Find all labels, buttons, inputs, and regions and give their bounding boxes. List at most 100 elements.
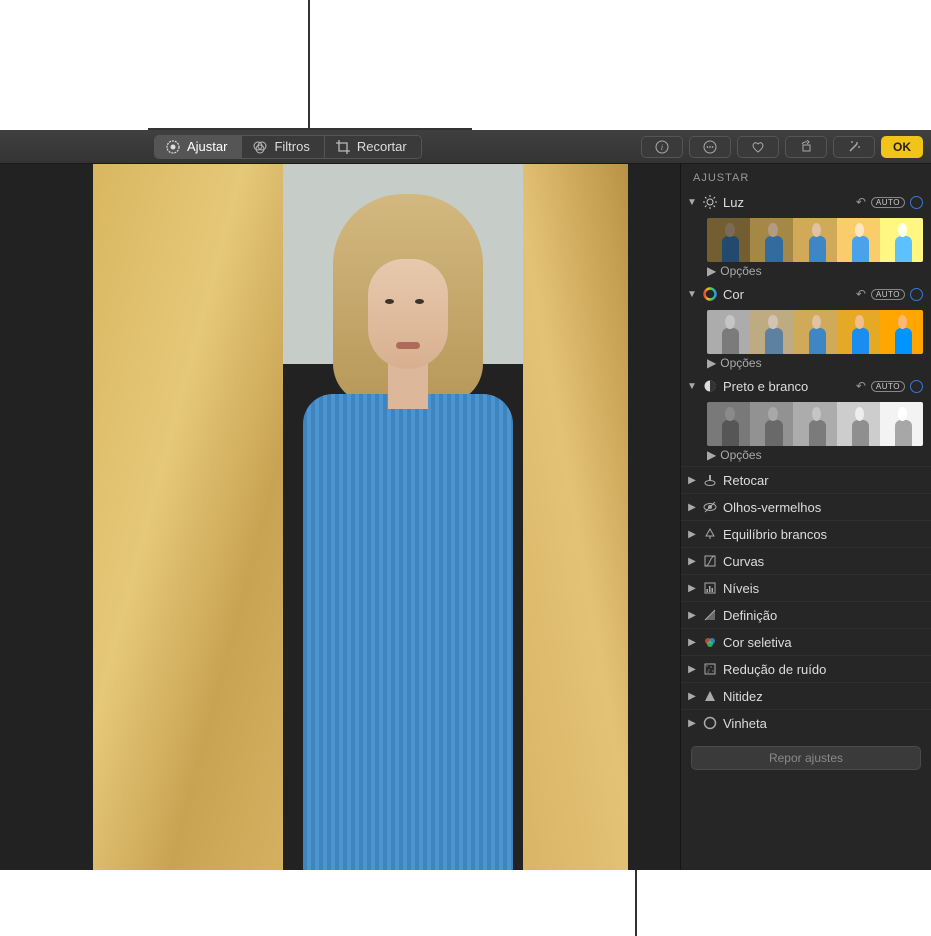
chevron-right-icon: ▶ (707, 356, 716, 370)
adjust-label: Níveis (723, 581, 923, 596)
chevron-right-icon[interactable]: ▶ (687, 529, 697, 539)
app-window: Ajustar Filtros Recortar i (0, 130, 931, 870)
adjust-label: Vinheta (723, 716, 923, 731)
enable-toggle[interactable] (910, 380, 923, 393)
wand-icon (847, 140, 861, 154)
auto-button[interactable]: AUTO (871, 381, 905, 392)
adjust-group-bw[interactable]: ▼ Preto e branco ↶ AUTO (681, 374, 931, 398)
adjust-group-light[interactable]: ▼ Luz ↶ AUTO (681, 190, 931, 214)
adjust-label: Curvas (723, 554, 923, 569)
light-thumbstrip[interactable] (707, 218, 923, 262)
retouch-icon (702, 472, 718, 488)
auto-button[interactable]: AUTO (871, 197, 905, 208)
definition-icon (702, 607, 718, 623)
bw-icon (702, 378, 718, 394)
toolbar: Ajustar Filtros Recortar i (0, 130, 931, 164)
bw-thumbstrip[interactable] (707, 402, 923, 446)
adjust-group-curves[interactable]: ▶ Curvas (681, 547, 931, 574)
main-area: AJUSTAR ▼ Luz ↶ AUTO ▶ (0, 164, 931, 870)
adjust-label: Redução de ruído (723, 662, 923, 677)
filters-icon (252, 139, 268, 155)
chevron-down-icon[interactable]: ▼ (687, 197, 697, 207)
tab-crop[interactable]: Recortar (325, 136, 421, 158)
chevron-right-icon[interactable]: ▶ (687, 718, 697, 728)
selectivecolor-icon (702, 634, 718, 650)
chevron-right-icon[interactable]: ▶ (687, 691, 697, 701)
crop-icon (335, 139, 351, 155)
ellipsis-icon (703, 140, 717, 154)
redeye-icon (702, 499, 718, 515)
chevron-right-icon: ▶ (707, 264, 716, 278)
color-icon (702, 286, 718, 302)
light-options[interactable]: ▶ Opções (707, 264, 923, 278)
tab-adjust[interactable]: Ajustar (155, 136, 242, 158)
reset-icon[interactable]: ↶ (856, 287, 866, 301)
vignette-icon (702, 715, 718, 731)
favorite-button[interactable] (737, 136, 779, 158)
adjust-label: Definição (723, 608, 923, 623)
adjust-label: Nitidez (723, 689, 923, 704)
chevron-right-icon: ▶ (707, 448, 716, 462)
adjust-label: Retocar (723, 473, 923, 488)
adjust-group-levels[interactable]: ▶ Níveis (681, 574, 931, 601)
edit-mode-tabs: Ajustar Filtros Recortar (154, 135, 422, 159)
adjust-group-selectivecolor[interactable]: ▶ Cor seletiva (681, 628, 931, 655)
enable-toggle[interactable] (910, 196, 923, 209)
reset-icon[interactable]: ↶ (856, 195, 866, 209)
tab-adjust-label: Ajustar (187, 139, 227, 154)
options-label: Opções (720, 356, 761, 370)
adjust-group-whitebalance[interactable]: ▶ Equilíbrio brancos (681, 520, 931, 547)
adjust-group-noise[interactable]: ▶ Redução de ruído (681, 655, 931, 682)
whitebalance-icon (702, 526, 718, 542)
chevron-right-icon[interactable]: ▶ (687, 583, 697, 593)
adjust-group-redeye[interactable]: ▶ Olhos-vermelhos (681, 493, 931, 520)
chevron-right-icon[interactable]: ▶ (687, 475, 697, 485)
adjust-label: Cor seletiva (723, 635, 923, 650)
reset-adjustments-button[interactable]: Repor ajustes (691, 746, 921, 770)
adjust-label: Equilíbrio brancos (723, 527, 923, 542)
curves-icon (702, 553, 718, 569)
chevron-down-icon[interactable]: ▼ (687, 289, 697, 299)
adjust-group-sharpen[interactable]: ▶ Nitidez (681, 682, 931, 709)
adjust-group-color[interactable]: ▼ Cor ↶ AUTO (681, 282, 931, 306)
auto-button[interactable]: AUTO (871, 289, 905, 300)
chevron-right-icon[interactable]: ▶ (687, 664, 697, 674)
heart-icon (751, 140, 765, 154)
rotate-icon (799, 140, 813, 154)
chevron-right-icon[interactable]: ▶ (687, 637, 697, 647)
color-options[interactable]: ▶ Opções (707, 356, 923, 370)
adjust-group-retouch[interactable]: ▶ Retocar (681, 466, 931, 493)
chevron-right-icon[interactable]: ▶ (687, 556, 697, 566)
callout-line (308, 0, 310, 130)
done-button[interactable]: OK (881, 136, 923, 158)
color-thumbstrip[interactable] (707, 310, 923, 354)
adjust-group-vignette[interactable]: ▶ Vinheta (681, 709, 931, 736)
adjust-label: Preto e branco (723, 379, 851, 394)
info-icon: i (655, 140, 669, 154)
noise-icon (702, 661, 718, 677)
tab-crop-label: Recortar (357, 139, 407, 154)
adjust-label: Olhos-vermelhos (723, 500, 923, 515)
options-label: Opções (720, 264, 761, 278)
more-button[interactable] (689, 136, 731, 158)
tab-filters[interactable]: Filtros (242, 136, 324, 158)
levels-icon (702, 580, 718, 596)
photo-preview[interactable] (93, 164, 628, 870)
reset-icon[interactable]: ↶ (856, 379, 866, 393)
tab-filters-label: Filtros (274, 139, 309, 154)
options-label: Opções (720, 448, 761, 462)
adjust-icon (165, 139, 181, 155)
chevron-down-icon[interactable]: ▼ (687, 381, 697, 391)
sidebar-title: AJUSTAR (681, 164, 931, 190)
adjust-sidebar: AJUSTAR ▼ Luz ↶ AUTO ▶ (680, 164, 931, 870)
adjust-group-definition[interactable]: ▶ Definição (681, 601, 931, 628)
bw-options[interactable]: ▶ Opções (707, 448, 923, 462)
adjust-label: Luz (723, 195, 851, 210)
chevron-right-icon[interactable]: ▶ (687, 610, 697, 620)
adjust-label: Cor (723, 287, 851, 302)
enable-toggle[interactable] (910, 288, 923, 301)
enhance-button[interactable] (833, 136, 875, 158)
rotate-button[interactable] (785, 136, 827, 158)
info-button[interactable]: i (641, 136, 683, 158)
chevron-right-icon[interactable]: ▶ (687, 502, 697, 512)
